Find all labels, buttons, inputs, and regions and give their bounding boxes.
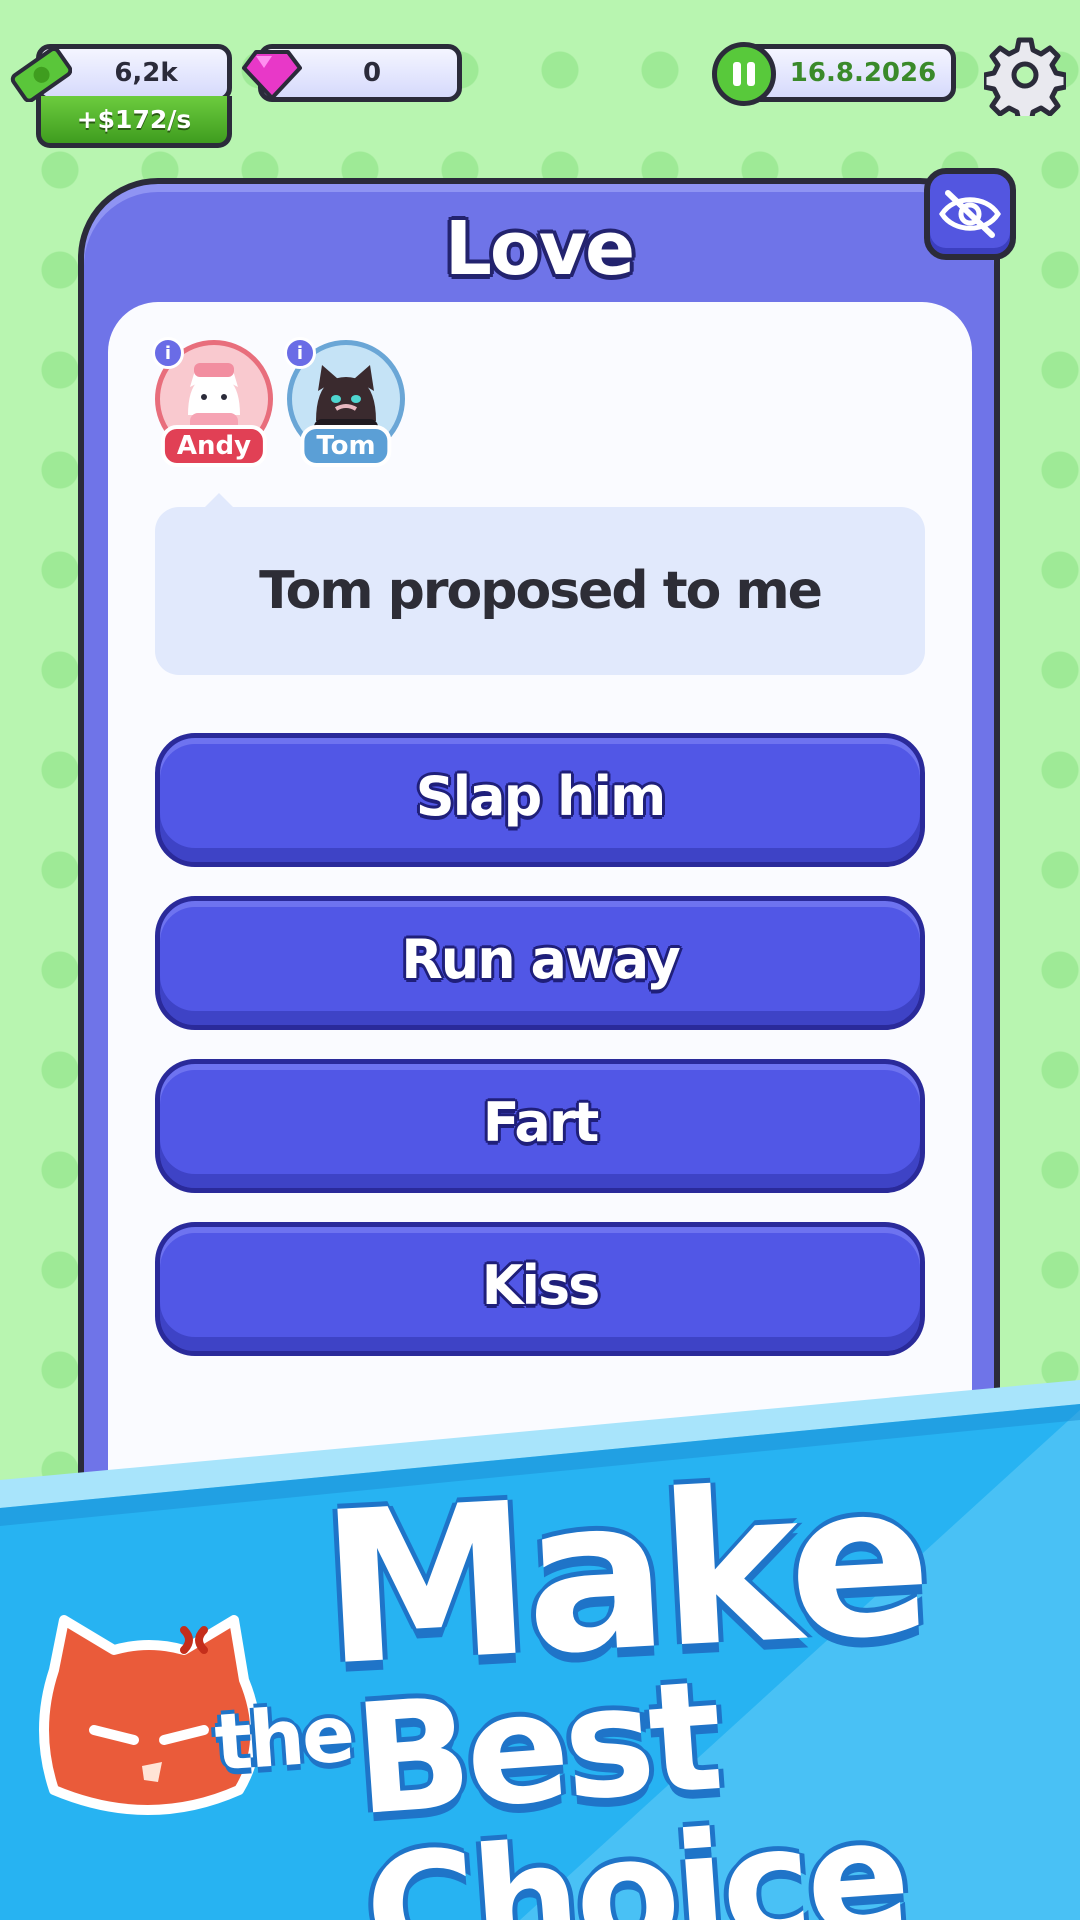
eye-slash-icon bbox=[939, 190, 1001, 238]
pause-icon bbox=[747, 62, 755, 86]
cash-rate: +$172/s bbox=[36, 96, 232, 148]
gear-icon[interactable] bbox=[984, 34, 1066, 116]
choice-label: Kiss bbox=[481, 1253, 601, 1317]
speech-bubble: Tom proposed to me bbox=[155, 493, 925, 675]
choice-button[interactable]: Slap him bbox=[155, 733, 925, 867]
dialogue-text: Tom proposed to me bbox=[259, 561, 823, 621]
info-icon[interactable]: i bbox=[152, 337, 184, 369]
choice-label: Fart bbox=[482, 1090, 600, 1154]
character-tom[interactable]: i Tom bbox=[284, 337, 405, 467]
character-andy[interactable]: i Andy bbox=[152, 337, 273, 467]
panel-title: Love bbox=[444, 206, 635, 292]
cash-value: 6,2k bbox=[114, 58, 178, 88]
hide-panel-button[interactable] bbox=[924, 168, 1016, 260]
pause-icon bbox=[733, 62, 741, 86]
gem-value: 0 bbox=[362, 58, 382, 88]
banner-headline-large: Best Choice bbox=[349, 1647, 911, 1920]
banner-headline-small: the bbox=[212, 1689, 355, 1789]
choice-button[interactable]: Run away bbox=[155, 896, 925, 1030]
choice-label: Slap him bbox=[415, 764, 667, 828]
cash-rate-value: +$172/s bbox=[76, 105, 192, 134]
choice-button[interactable]: Fart bbox=[155, 1059, 925, 1193]
pause-button[interactable] bbox=[712, 42, 776, 106]
gem-icon bbox=[242, 50, 302, 100]
info-icon[interactable]: i bbox=[284, 337, 316, 369]
choice-button[interactable]: Kiss bbox=[155, 1222, 925, 1356]
character-name: Tom bbox=[300, 425, 392, 467]
choice-label: Run away bbox=[401, 927, 681, 991]
game-date-value: 16.8.2026 bbox=[789, 58, 937, 88]
cash-icon bbox=[10, 47, 72, 102]
character-name: Andy bbox=[160, 425, 268, 467]
